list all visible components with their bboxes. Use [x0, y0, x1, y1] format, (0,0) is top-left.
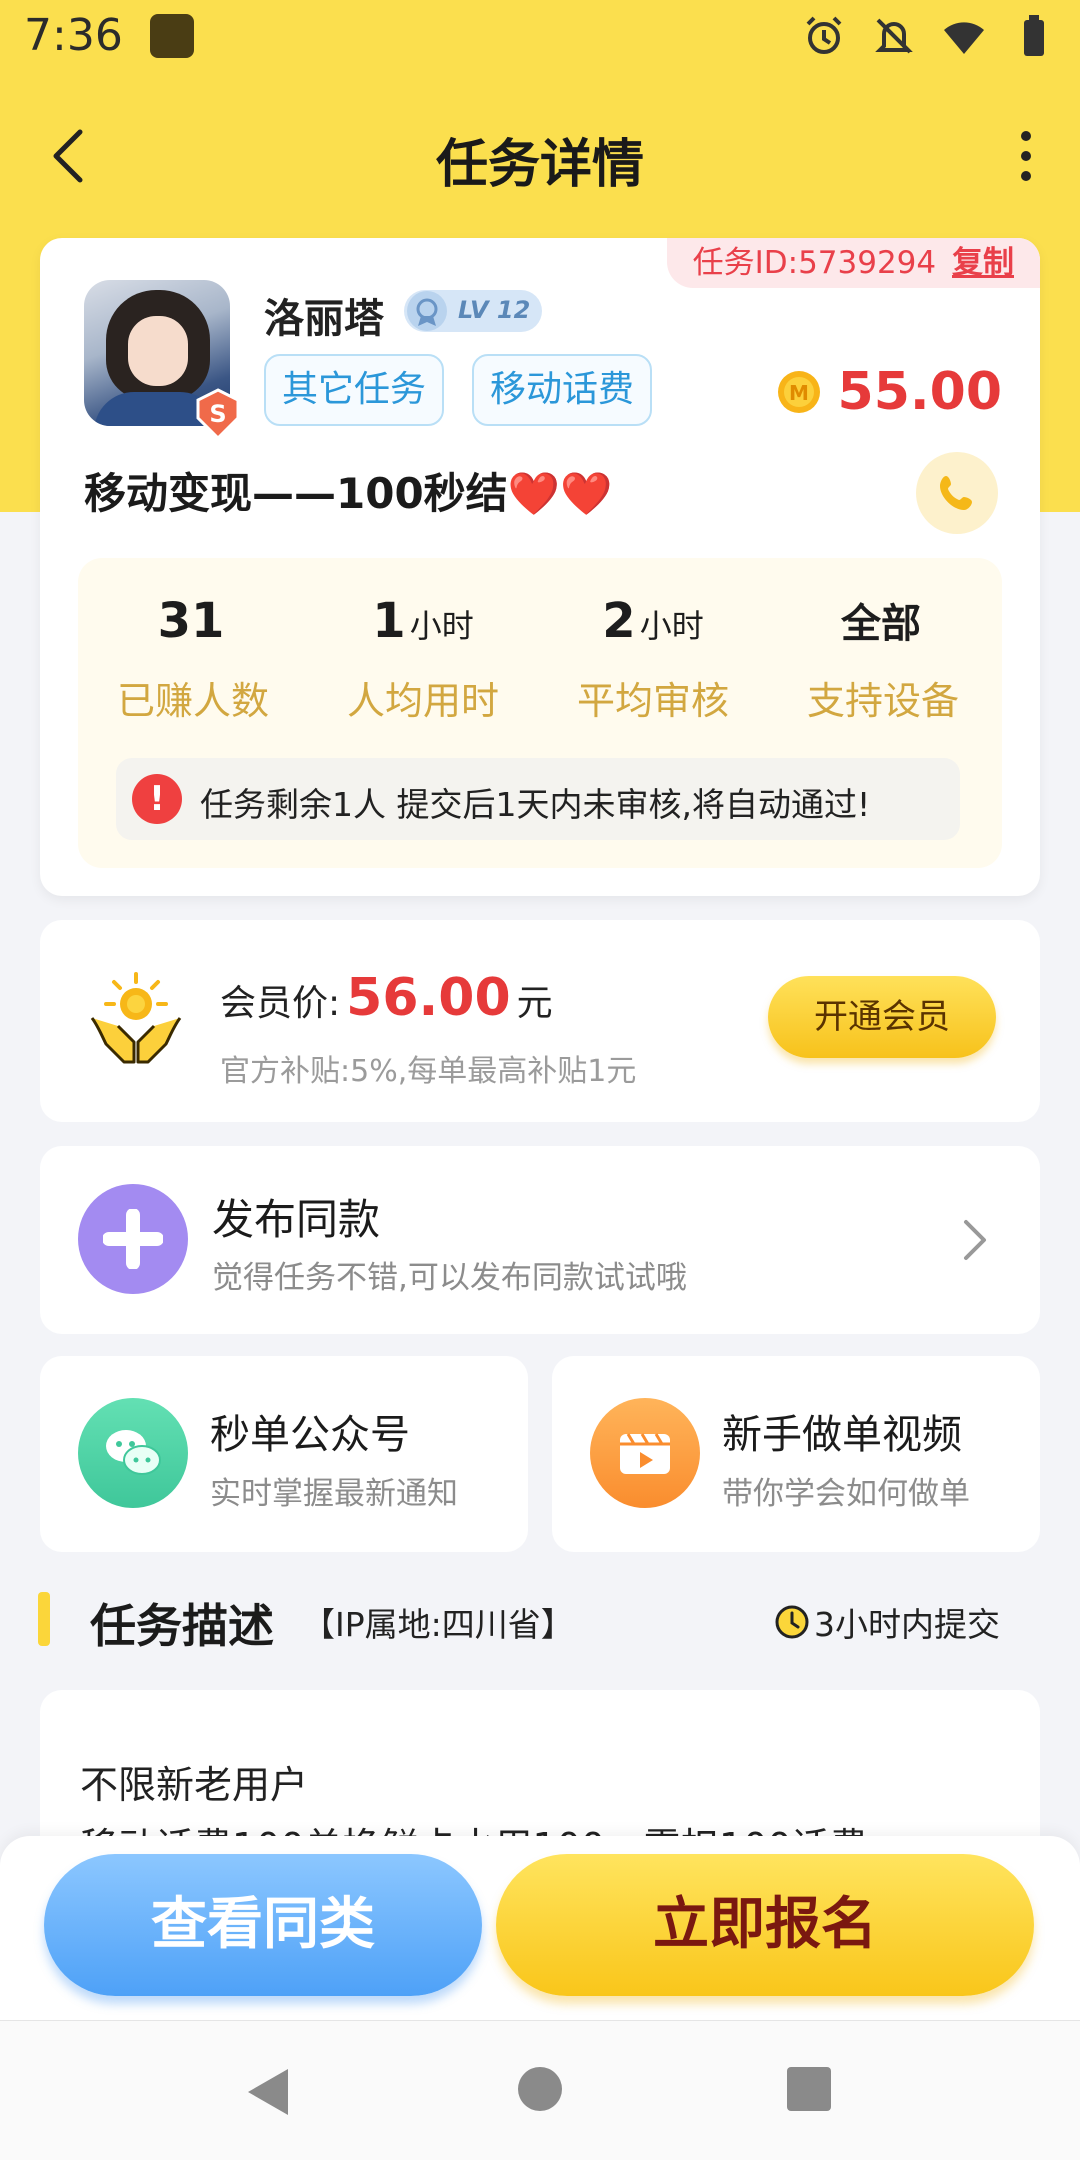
publish-subtitle: 觉得任务不错,可以发布同款试试哦 — [212, 1260, 687, 1296]
video-icon — [590, 1398, 700, 1508]
nav-back-icon[interactable] — [242, 2065, 292, 2119]
reward: M 55.00 — [776, 362, 1002, 422]
level-text: LV 12 — [458, 296, 531, 324]
page-title: 任务详情 — [435, 135, 644, 195]
warning-icon: ! — [132, 774, 182, 824]
tag-mobile-credit[interactable]: 移动话费 — [472, 354, 653, 426]
deadline: 3小时内提交 — [774, 1598, 1000, 1646]
tutorial-video-card[interactable]: 新手做单视频 带你学会如何做单 — [552, 1356, 1040, 1552]
ip-location: 【IP属地:四川省】 — [302, 1605, 574, 1644]
top-bar: 任务详情 — [0, 100, 1080, 212]
stats-panel: 31 已赚人数 1 小时 人均用时 2 小时 平均审核 全部 支持设备 ! 任务剩余… — [78, 558, 1002, 868]
clock-icon — [775, 1605, 809, 1639]
quick-link-title: 新手做单视频 — [722, 1412, 962, 1458]
member-price-unit: 元 — [516, 983, 553, 1024]
quick-link-subtitle: 实时掌握最新通知 — [210, 1476, 458, 1512]
chevron-right-icon — [964, 1220, 986, 1260]
medal-icon — [407, 291, 447, 331]
coin-icon: M — [777, 371, 820, 413]
stat-devices: 全部 支持设备 — [768, 586, 998, 725]
battery-icon — [1024, 15, 1044, 56]
quick-link-subtitle: 带你学会如何做单 — [722, 1476, 970, 1512]
open-membership-button[interactable]: 开通会员 — [768, 976, 996, 1058]
system-nav-bar — [0, 2020, 1080, 2160]
stat-value: 全部 — [841, 601, 921, 647]
bottom-action-bar: 查看同类 立即报名 — [0, 1836, 1080, 2020]
stat-label: 平均审核 — [576, 679, 729, 723]
member-price-line: 会员价: 56.00 元 — [220, 968, 553, 1028]
publisher-name: 洛丽塔 — [264, 296, 384, 342]
reward-amount: 55.00 — [837, 362, 1002, 422]
copy-link[interactable]: 复制 — [952, 245, 1014, 281]
notification-icon — [150, 14, 194, 58]
tag-other-tasks[interactable]: 其它任务 — [264, 354, 445, 426]
stat-label: 人均用时 — [346, 679, 499, 723]
member-price-card: 会员价: 56.00 元 官方补贴:5%,每单最高补贴1元 开通会员 — [40, 920, 1040, 1122]
task-card: 任务ID:5739294 复制 S 洛丽塔 LV 12 其它任务 移动话费 M … — [40, 238, 1040, 896]
stat-unit: 小时 — [639, 607, 704, 645]
nav-home-icon[interactable] — [518, 2067, 562, 2111]
hands-coin-icon — [90, 972, 182, 1064]
description-header: 任务描述 【IP属地:四川省】 3小时内提交 — [0, 1590, 1080, 1653]
stat-avg-review: 2 小时 平均审核 — [538, 586, 768, 725]
wechat-icon — [78, 1398, 188, 1508]
description-line: 不限新老用户 — [80, 1763, 309, 1807]
subsidy-text: 官方补贴:5%,每单最高补贴1元 — [220, 1054, 637, 1089]
quick-link-title: 秒单公众号 — [210, 1412, 410, 1458]
publish-same-card[interactable]: 发布同款 觉得任务不错,可以发布同款试试哦 — [40, 1146, 1040, 1334]
stat-value: 31 — [157, 593, 225, 649]
plus-icon — [78, 1184, 188, 1294]
status-time: 7:36 — [24, 10, 123, 61]
section-title: 任务描述 — [90, 1599, 274, 1653]
task-id-badge: 任务ID:5739294 复制 — [666, 238, 1040, 288]
stat-label: 已赚人数 — [116, 679, 269, 723]
svg-text:S: S — [209, 400, 226, 428]
view-similar-button[interactable]: 查看同类 — [44, 1854, 482, 1996]
stat-unit: 小时 — [409, 607, 474, 645]
stat-earned-count: 31 已赚人数 — [78, 586, 308, 725]
wifi-icon — [944, 22, 984, 54]
stat-value: 2 — [602, 593, 636, 649]
sign-up-button[interactable]: 立即报名 — [496, 1854, 1034, 1996]
phone-icon — [940, 476, 972, 510]
notice-text: 任务剩余1人 提交后1天内未审核,将自动通过! — [200, 785, 871, 824]
member-price: 56.00 — [346, 968, 511, 1028]
level-badge: LV 12 — [404, 290, 542, 332]
notice-bar: ! 任务剩余1人 提交后1天内未审核,将自动通过! — [116, 758, 960, 840]
deadline-text: 3小时内提交 — [814, 1605, 1000, 1644]
stat-avg-time: 1 小时 人均用时 — [308, 586, 538, 725]
task-title: 移动变现——100秒结❤️❤️ — [84, 469, 613, 518]
status-icons — [800, 12, 1058, 60]
stat-value: 1 — [372, 593, 406, 649]
call-button[interactable] — [916, 452, 998, 534]
bell-off-icon — [875, 18, 913, 54]
nav-recents-icon[interactable] — [787, 2067, 831, 2111]
section-accent-bar — [38, 1592, 50, 1646]
status-bar: 7:36 — [0, 0, 1080, 72]
stat-label: 支持设备 — [806, 679, 959, 723]
wechat-official-account-card[interactable]: 秒单公众号 实时掌握最新通知 — [40, 1356, 528, 1552]
more-icon[interactable] — [1006, 124, 1046, 188]
svg-text:M: M — [789, 381, 809, 405]
alarm-icon — [806, 16, 842, 54]
task-id: 任务ID:5739294 — [692, 245, 937, 281]
rank-badge-icon: S — [196, 388, 240, 441]
publish-title: 发布同款 — [212, 1195, 381, 1244]
member-price-label: 会员价: — [220, 983, 341, 1024]
